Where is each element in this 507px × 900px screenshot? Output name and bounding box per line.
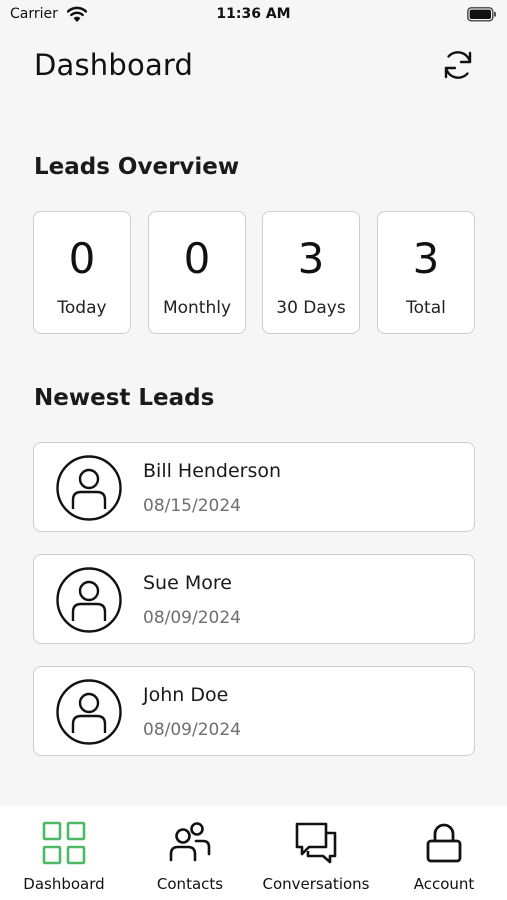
- refresh-icon: [444, 51, 472, 79]
- refresh-button[interactable]: [438, 45, 478, 85]
- stat-label: 30 Days: [276, 298, 346, 318]
- tab-label: Dashboard: [23, 875, 105, 893]
- lead-card[interactable]: Bill Henderson 08/15/2024: [33, 442, 475, 532]
- lead-date: 08/09/2024: [143, 720, 241, 740]
- status-bar: Carrier 11:36 AM: [0, 0, 507, 32]
- tab-dashboard[interactable]: Dashboard: [1, 806, 127, 900]
- people-icon: [169, 822, 211, 862]
- tab-conversations[interactable]: Conversations: [253, 806, 379, 900]
- stat-card-today: 0 Today: [33, 211, 131, 334]
- lead-name: Bill Henderson: [143, 460, 282, 482]
- tab-contacts[interactable]: Contacts: [127, 806, 253, 900]
- stat-label: Monthly: [162, 298, 232, 318]
- battery-icon: [467, 7, 497, 26]
- tab-label: Contacts: [156, 875, 224, 893]
- lock-icon: [426, 823, 462, 863]
- lead-name: Sue More: [143, 572, 232, 594]
- clock-time: 11:36 AM: [216, 6, 291, 22]
- stat-card-30-days: 3 30 Days: [262, 211, 360, 334]
- stat-value: 0: [68, 234, 96, 283]
- stat-value: 3: [297, 234, 325, 283]
- user-avatar-icon: [56, 567, 122, 633]
- stat-card-monthly: 0 Monthly: [148, 211, 246, 334]
- stat-value: 3: [412, 234, 440, 283]
- stat-label: Total: [406, 298, 446, 318]
- user-avatar-icon: [56, 455, 122, 521]
- tab-bar: Dashboard Contacts Conversations Account: [0, 806, 507, 900]
- newest-leads-title: Newest Leads: [34, 385, 215, 411]
- grid-icon: [42, 821, 86, 865]
- stats-row: 0 Today 0 Monthly 3 30 Days 3 Total: [33, 211, 475, 334]
- leads-overview-title: Leads Overview: [34, 154, 240, 180]
- lead-card[interactable]: Sue More 08/09/2024: [33, 554, 475, 644]
- lead-date: 08/15/2024: [143, 496, 241, 516]
- lead-card[interactable]: John Doe 08/09/2024: [33, 666, 475, 756]
- stat-label: Today: [57, 298, 107, 318]
- stat-card-total: 3 Total: [377, 211, 475, 334]
- tab-account[interactable]: Account: [381, 806, 507, 900]
- chat-bubbles-icon: [295, 822, 337, 864]
- lead-date: 08/09/2024: [143, 608, 241, 628]
- stat-value: 0: [183, 234, 211, 283]
- tab-label: Account: [413, 875, 475, 893]
- lead-name: John Doe: [143, 684, 229, 706]
- user-avatar-icon: [56, 679, 122, 745]
- page-title: Dashboard: [34, 48, 194, 82]
- tab-label: Conversations: [262, 875, 370, 893]
